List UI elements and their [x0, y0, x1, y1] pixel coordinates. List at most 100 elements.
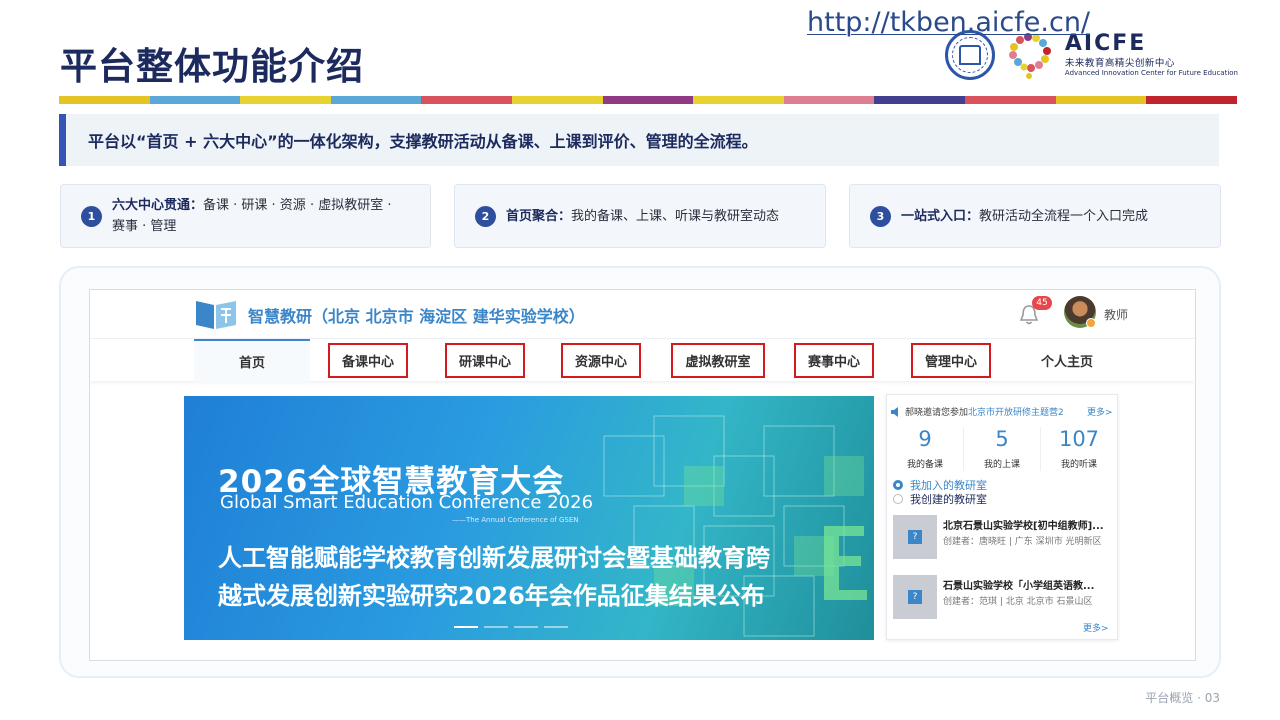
room-thumbnail: ?: [893, 515, 937, 559]
user-role[interactable]: 教师: [1104, 306, 1128, 323]
list-item[interactable]: ? 北京石景山实验学校[初中组教师]... 创建者：唐晓旺 | 广东 深圳市 光…: [893, 515, 1113, 559]
stat-value: 107: [1058, 427, 1100, 451]
feature-desc: 教研活动全流程一个入口完成: [979, 208, 1149, 224]
nav-label: 个人主页: [1040, 355, 1093, 370]
nav-competition-center[interactable]: 赛事中心: [776, 339, 892, 382]
feature-card-3: 3 一站式入口：教研活动全流程一个入口完成: [849, 184, 1221, 248]
radio-created-rooms[interactable]: 我创建的教研室: [893, 491, 987, 507]
stat-label: 我的上课: [983, 460, 1020, 470]
room-title: 北京石景山实验学校[初中组教师]...: [943, 521, 1104, 532]
slide-title: 平台整体功能介绍: [60, 45, 364, 88]
stat-value: 9: [918, 427, 932, 451]
hero-line-2: 越式发展创新实验研究2026年会作品征集结果公布: [218, 582, 765, 610]
aicfe-wordmark: AICFE 未来教育高精尖创新中心 Advanced Innovation Ce…: [1064, 30, 1238, 78]
aicfe-name: AICFE: [1064, 30, 1147, 56]
hero-line-1: 人工智能赋能学校教育创新发展研讨会暨基础教育跨: [218, 544, 770, 572]
hero-carousel[interactable]: 2026全球智慧教育大会 Global Smart Education Conf…: [184, 396, 874, 640]
color-strip-segment: [1146, 96, 1237, 104]
speaker-icon: [891, 407, 898, 417]
feature-number: 2: [475, 205, 496, 227]
radio-label: 我创建的教研室: [910, 493, 987, 506]
room-title: 石景山实验学校「小学组英语教...: [943, 581, 1095, 592]
room-thumbnail: ?: [893, 575, 937, 619]
nav-label: 研课中心: [444, 343, 525, 378]
feature-title: 六大中心贯通：: [112, 198, 204, 213]
stat-value: 5: [995, 427, 1009, 451]
invite-notice[interactable]: 郝晓邀请您参加北京市开放研修主题营2: [905, 405, 1064, 418]
page-footer: 平台概览 · 03: [1145, 691, 1220, 705]
stat-label: 我的备课: [906, 460, 943, 470]
app-window: 智慧教研（北京 北京市 海淀区 建华实验学校） 45 教师 首页 备课中心 研课…: [89, 289, 1196, 661]
nav-management-center[interactable]: 管理中心: [893, 339, 1009, 382]
nav-lesson-study-center[interactable]: 研课中心: [427, 339, 543, 382]
stat-my-classes[interactable]: 5 我的上课: [964, 427, 1041, 471]
summary-banner: 平台以“首页 + 六大中心”的一体化架构，支撑教研活动从备课、上课到评价、管理的…: [59, 114, 1219, 166]
color-strip-segment: [59, 96, 150, 104]
nav-label: 虚拟教研室: [671, 343, 765, 378]
color-strip-segment: [602, 96, 694, 104]
app-header: 智慧教研（北京 北京市 海淀区 建华实验学校） 45 教师: [90, 290, 1195, 338]
feature-desc: 我的备课、上课、听课与教研室动态: [571, 208, 780, 224]
feature-number: 1: [81, 205, 102, 227]
hero-english-title: Global Smart Education Conference 2026: [220, 492, 594, 513]
color-strip-segment: [149, 96, 241, 104]
color-strip-segment: [783, 96, 875, 104]
radio-checked-icon: [893, 480, 903, 490]
stat-my-lesson-prep[interactable]: 9 我的备课: [887, 427, 964, 471]
nav-label: 资源中心: [560, 343, 641, 378]
room-meta: 创建者：范琪 | 北京 北京市 石景山区: [943, 597, 1093, 607]
list-item[interactable]: ? 石景山实验学校「小学组英语教... 创建者：范琪 | 北京 北京市 石景山区: [893, 575, 1113, 619]
nav-label: 管理中心: [910, 343, 991, 378]
nav-lesson-prep-center[interactable]: 备课中心: [310, 339, 426, 382]
dashboard-side-panel: 郝晓邀请您参加北京市开放研修主题营2 更多> 9 我的备课 5 我的上课 107…: [886, 394, 1118, 640]
color-strip-segment: [330, 96, 422, 104]
nav-personal-homepage[interactable]: 个人主页: [1009, 339, 1125, 382]
color-strip-segment: [240, 96, 331, 104]
nav-label: 备课中心: [327, 343, 408, 378]
nav-label: 首页: [238, 356, 265, 371]
banner-text: 平台以“首页 + 六大中心”的一体化架构，支撑教研活动从备课、上课到评价、管理的…: [88, 132, 758, 151]
room-meta: 创建者：唐晓旺 | 广东 深圳市 光明新区: [943, 537, 1102, 547]
feature-number: 3: [870, 205, 891, 227]
nav-virtual-research-room[interactable]: 虚拟教研室: [660, 339, 776, 382]
feature-text: 首页聚合：我的备课、上课、听课与教研室动态: [506, 206, 791, 227]
carousel-dot[interactable]: [544, 626, 568, 628]
app-nav-bar: 首页 备课中心 研课中心 资源中心 虚拟教研室 赛事中心 管理中心 个人主页: [90, 338, 1195, 382]
color-strip-segment: [1055, 96, 1147, 104]
color-strip-segment: [512, 96, 603, 104]
feature-text: 六大中心贯通：备课 · 研课 · 资源 · 虚拟教研室 · 赛事 · 管理: [112, 195, 397, 237]
nav-resource-center[interactable]: 资源中心: [543, 339, 659, 382]
feature-title: 一站式入口：: [901, 208, 980, 224]
carousel-dot[interactable]: [514, 626, 538, 628]
radio-unchecked-icon: [893, 494, 903, 504]
notice-more-link[interactable]: 更多>: [1087, 405, 1113, 418]
feature-text: 一站式入口：教研活动全流程一个入口完成: [901, 206, 1186, 227]
stat-label: 我的听课: [1060, 460, 1097, 470]
app-title: 智慧教研（北京 北京市 海淀区 建华实验学校）: [248, 307, 585, 326]
color-strip-segment: [421, 96, 513, 104]
invite-text: 郝晓邀请您参加: [905, 408, 969, 418]
aicfe-cn-name: 未来教育高精尖创新中心: [1064, 57, 1175, 69]
feature-card-2: 2 首页聚合：我的备课、上课、听课与教研室动态: [454, 184, 826, 248]
hero-subtitle: ——The Annual Conference of GSEN: [452, 516, 579, 524]
carousel-indicators: [454, 626, 568, 628]
rooms-more-link[interactable]: 更多>: [1083, 621, 1109, 634]
avatar-status-dot: [1086, 318, 1096, 328]
carousel-dot[interactable]: [484, 626, 508, 628]
stat-my-observations[interactable]: 107 我的听课: [1041, 427, 1117, 471]
feature-card-1: 1 六大中心贯通：备课 · 研课 · 资源 · 虚拟教研室 · 赛事 · 管理: [60, 184, 431, 248]
feature-title: 首页聚合：: [506, 208, 572, 224]
placeholder-image-icon: ?: [908, 530, 922, 544]
color-strip-segment: [693, 96, 784, 104]
invite-link[interactable]: 北京市开放研修主题营2: [968, 408, 1064, 418]
color-strip-segment: [874, 96, 966, 104]
carousel-dot[interactable]: [454, 626, 478, 628]
app-logo-icon[interactable]: [194, 297, 238, 331]
aicfe-logo-icon: [1008, 33, 1051, 79]
stats-row: 9 我的备课 5 我的上课 107 我的听课: [887, 427, 1117, 471]
aicfe-en-name: Advanced Innovation Center for Future Ed…: [1064, 69, 1238, 78]
nav-home[interactable]: 首页: [194, 339, 310, 382]
color-strip-segment: [965, 96, 1056, 104]
platform-url-link[interactable]: http://tkben.aicfe.cn/: [807, 7, 1090, 38]
notification-badge: 45: [1032, 296, 1052, 310]
